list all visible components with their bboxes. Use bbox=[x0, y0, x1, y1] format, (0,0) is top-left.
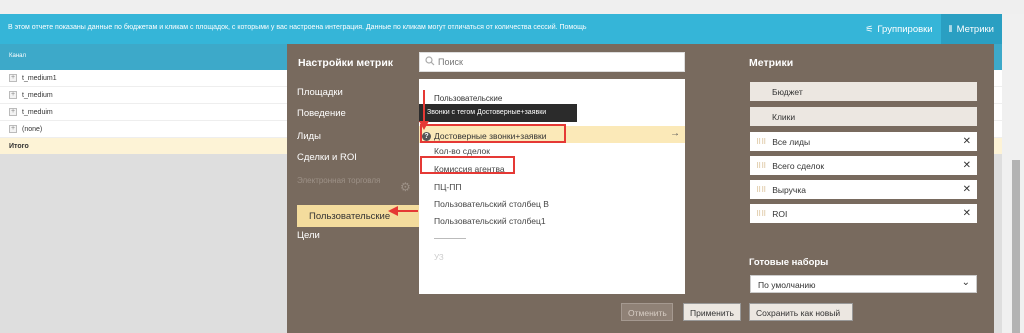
metrics-label: Метрики bbox=[956, 23, 994, 35]
metric-label: Всего сделок bbox=[772, 160, 825, 171]
metric-fixed: Клики bbox=[750, 107, 977, 126]
row-label: t_meduim bbox=[22, 108, 53, 116]
category-ecommerce: Электронная торговля bbox=[297, 176, 381, 185]
expand-icon[interactable]: + bbox=[9, 125, 17, 133]
tooltip: Звонки с тегом Достоверные+заявки bbox=[419, 104, 577, 122]
category-platforms[interactable]: Площадки bbox=[297, 87, 343, 98]
expand-icon[interactable]: + bbox=[9, 74, 17, 82]
metric-label: ROI bbox=[772, 208, 788, 219]
report-info-text: В этом отчете показаны данные по бюджета… bbox=[8, 24, 587, 31]
columns-icon: ⦀ bbox=[948, 23, 953, 34]
category-goals[interactable]: Цели bbox=[297, 230, 320, 241]
metric-fixed: Бюджет bbox=[750, 82, 977, 101]
search-icon bbox=[425, 56, 435, 66]
page-scroll-thumb[interactable] bbox=[1012, 160, 1020, 333]
row-label: t_medium1 bbox=[22, 74, 57, 82]
metric-label: Клики bbox=[772, 111, 796, 122]
presets-title: Готовые наборы bbox=[749, 257, 829, 268]
list-item[interactable]: Пользовательский столбец1 bbox=[434, 216, 546, 226]
gear-icon[interactable]: ⚙ bbox=[400, 180, 411, 194]
top-strip bbox=[0, 0, 1024, 14]
groupings-button[interactable]: ⚟ Группировки bbox=[857, 14, 940, 44]
report-actions: ⚟ Группировки ⦀ Метрики bbox=[857, 14, 1002, 44]
apply-button[interactable]: Применить bbox=[683, 303, 741, 321]
metric-item[interactable]: ⠿⠿ Всего сделок ✕ bbox=[750, 156, 977, 175]
close-icon[interactable]: ✕ bbox=[963, 136, 971, 147]
annotation-box-highlight bbox=[420, 124, 566, 143]
row-label: t_medium bbox=[22, 91, 53, 99]
save-as-new-button[interactable]: Сохранить как новый bbox=[749, 303, 853, 321]
cancel-button[interactable]: Отменить bbox=[621, 303, 673, 321]
preset-select[interactable]: По умолчанию ⌄ bbox=[750, 275, 977, 293]
selected-metrics-title: Метрики bbox=[749, 57, 794, 69]
list-item[interactable]: Пользовательский столбец В bbox=[434, 199, 549, 209]
filter-lines-icon: ⚟ bbox=[865, 23, 874, 34]
metrics-settings-modal: Настройки метрик Площадки Поведение Лиды… bbox=[287, 44, 994, 333]
metric-item[interactable]: ⠿⠿ ROI ✕ bbox=[750, 204, 977, 223]
metric-item[interactable]: ⠿⠿ Все лиды ✕ bbox=[750, 132, 977, 151]
list-item[interactable]: Кол-во сделок bbox=[434, 146, 490, 156]
drag-handle-icon[interactable]: ⠿⠿ bbox=[756, 162, 766, 170]
search-input[interactable] bbox=[419, 52, 685, 72]
drag-handle-icon[interactable]: ⠿⠿ bbox=[756, 138, 766, 146]
category-deals-roi[interactable]: Сделки и ROI bbox=[297, 152, 357, 163]
list-item-faded: УЗ bbox=[434, 253, 444, 262]
category-custom[interactable]: Пользовательские bbox=[297, 205, 422, 227]
drag-handle-icon[interactable]: ⠿⠿ bbox=[756, 186, 766, 194]
total-label: Итого bbox=[9, 142, 29, 150]
expand-icon[interactable]: + bbox=[9, 91, 17, 99]
list-divider bbox=[434, 238, 466, 239]
close-icon[interactable]: ✕ bbox=[963, 184, 971, 195]
arrow-right-icon[interactable]: → bbox=[670, 128, 680, 139]
expand-icon[interactable]: + bbox=[9, 108, 17, 116]
list-item[interactable]: ПЦ-ПП bbox=[434, 182, 461, 192]
close-icon[interactable]: ✕ bbox=[963, 160, 971, 171]
column-header-channel: Канал bbox=[9, 53, 26, 59]
metrics-button[interactable]: ⦀ Метрики bbox=[940, 14, 1002, 44]
preset-value: По умолчанию bbox=[758, 280, 816, 290]
close-icon[interactable]: ✕ bbox=[963, 208, 971, 219]
metric-label: Выручка bbox=[772, 184, 806, 195]
groupings-label: Группировки bbox=[877, 23, 933, 35]
category-behavior[interactable]: Поведение bbox=[297, 108, 346, 119]
category-leads[interactable]: Лиды bbox=[297, 131, 321, 142]
modal-title: Настройки метрик bbox=[298, 57, 394, 69]
list-group-header: Пользовательские bbox=[434, 94, 503, 103]
drag-handle-icon[interactable]: ⠿⠿ bbox=[756, 210, 766, 218]
chevron-down-icon: ⌄ bbox=[961, 277, 970, 288]
annotation-box-commission bbox=[420, 156, 515, 174]
row-label: (none) bbox=[22, 125, 43, 133]
metric-label: Все лиды bbox=[772, 136, 811, 147]
metric-item[interactable]: ⠿⠿ Выручка ✕ bbox=[750, 180, 977, 199]
metric-label: Бюджет bbox=[772, 86, 803, 97]
report-info-bar: В этом отчете показаны данные по бюджета… bbox=[0, 14, 1002, 44]
